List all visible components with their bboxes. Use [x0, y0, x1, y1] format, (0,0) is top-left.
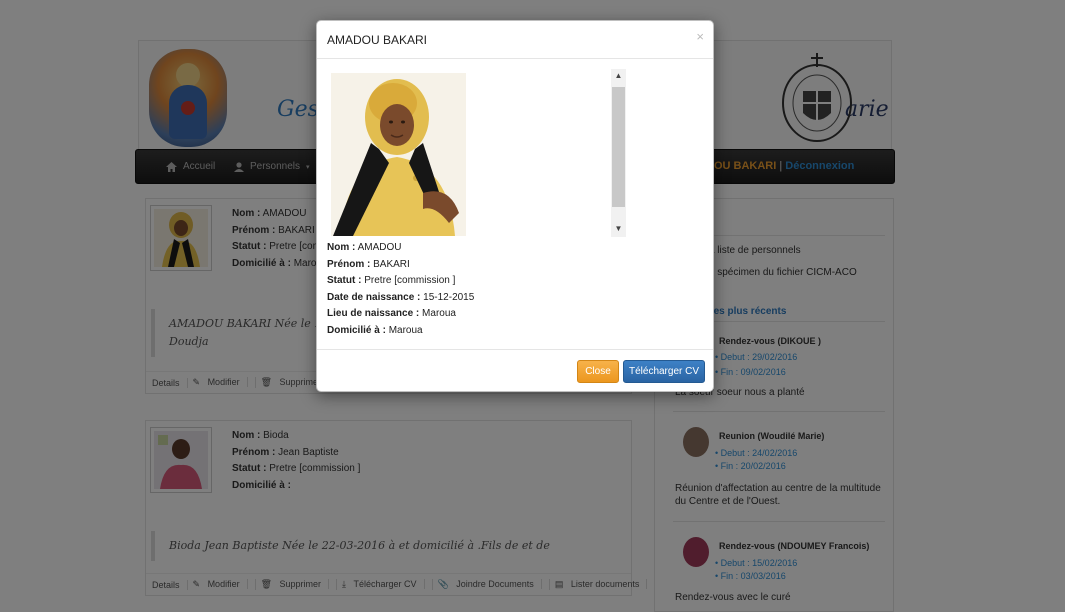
scroll-up-icon[interactable]: ▲ [613, 70, 624, 82]
modal-body: ▲ ▼ Nom : AMADOU Prénom : BAKARI Statut … [317, 59, 713, 349]
detail-row: Domicilié à : Maroua [327, 324, 423, 336]
detail-prenom: BAKARI [373, 258, 410, 270]
close-button[interactable]: Close [577, 360, 619, 383]
modal-scrollbar[interactable]: ▲ ▼ [611, 69, 626, 237]
modal-header: AMADOU BAKARI × [317, 21, 713, 59]
personnel-details: Nom : AMADOU Prénom : BAKARI Statut : Pr… [327, 240, 474, 340]
detail-statut: Pretre [commission ] [364, 275, 456, 287]
scroll-down-icon[interactable]: ▼ [613, 223, 624, 235]
photo-frame [327, 69, 627, 236]
detail-nom: AMADOU [357, 242, 402, 253]
detail-domicile: Maroua [388, 324, 423, 336]
detail-row: Prénom : BAKARI [327, 258, 410, 270]
close-icon[interactable]: × [696, 29, 704, 44]
modal-title: AMADOU BAKARI [327, 33, 428, 47]
detail-row: Lieu de naissance : Maroua [327, 308, 456, 320]
detail-lieu-naissance: Maroua [422, 308, 456, 320]
download-cv-button[interactable]: Télécharger CV [623, 360, 705, 383]
personnel-portrait [331, 73, 466, 236]
detail-row: Date de naissance : 15-12-2015 [327, 291, 475, 303]
modal-footer: Close Télécharger CV [317, 349, 713, 393]
personnel-detail-modal: AMADOU BAKARI × ▲ ▼ Nom: AMADOU Prénom … [316, 20, 714, 392]
detail-row: Statut : Pretre [commission ] [327, 275, 456, 287]
scrollbar-thumb[interactable] [612, 87, 625, 207]
detail-row: Nom : AMADOU [327, 242, 402, 253]
detail-date-naissance: 15-12-2015 [423, 291, 475, 303]
